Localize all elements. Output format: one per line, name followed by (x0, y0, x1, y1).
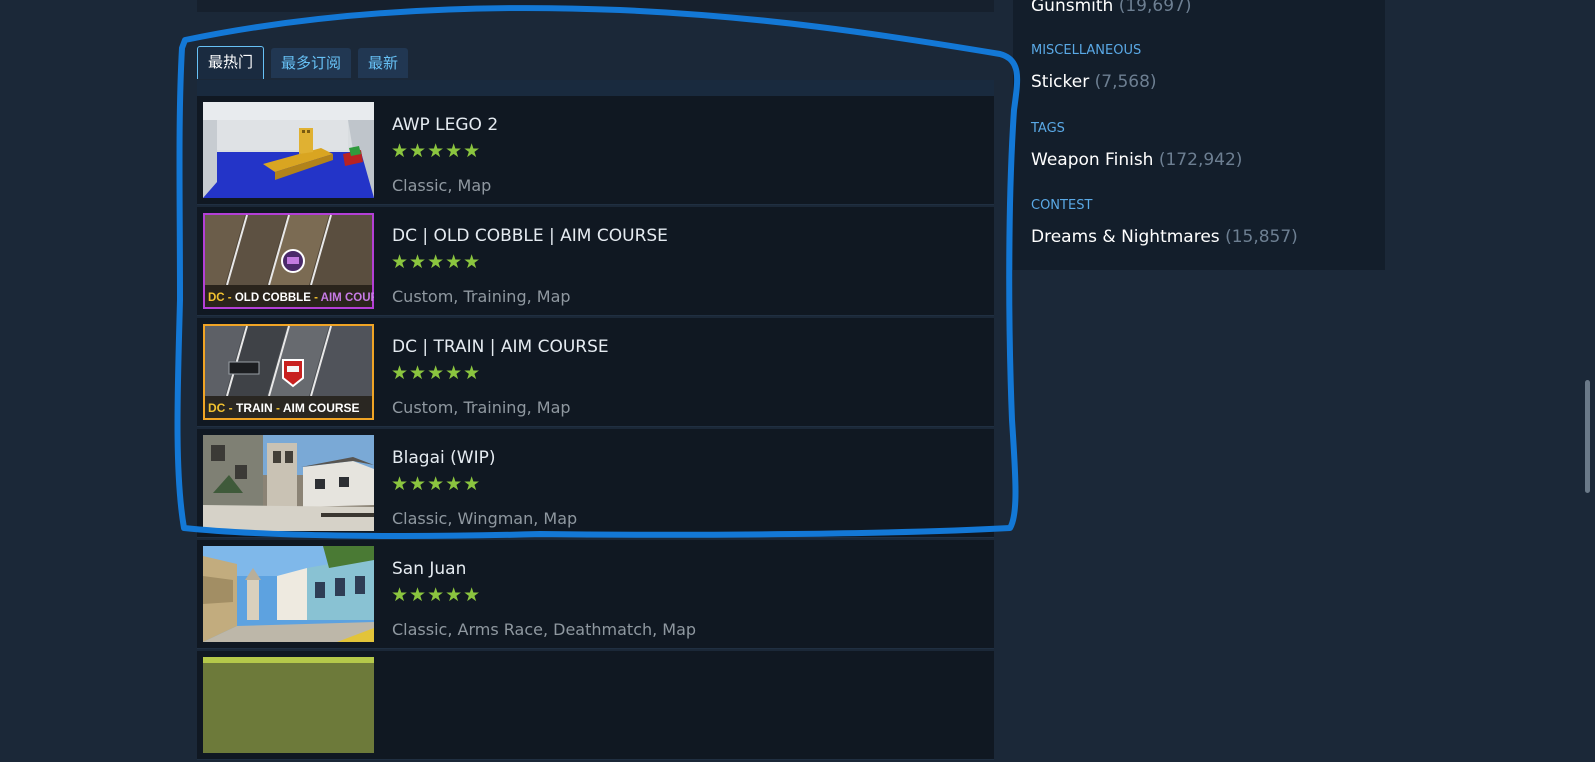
star-rating: ★★★★★ (391, 140, 482, 162)
tab-most-subscribed[interactable]: 最多订阅 (271, 48, 352, 78)
sidebar-item-weapon-finish[interactable]: Weapon Finish (172,942) (1031, 150, 1242, 170)
item-title[interactable]: AWP LEGO 2 (392, 115, 498, 135)
item-thumbnail[interactable] (203, 102, 374, 198)
sidebar-heading-contest: CONTEST (1031, 198, 1093, 213)
star-rating: ★★★★★ (391, 251, 482, 273)
sidebar-item-sticker[interactable]: Sticker (7,568) (1031, 72, 1157, 92)
workshop-item[interactable]: DC - TRAIN - AIM COURSE DC | TRAIN | AIM… (197, 318, 994, 427)
item-thumbnail[interactable]: DC - TRAIN - AIM COURSE (203, 324, 374, 420)
sidebar-item-label: Sticker (1031, 72, 1090, 92)
workshop-item[interactable] (197, 651, 994, 760)
item-title[interactable]: Blagai (WIP) (392, 448, 495, 468)
tab-most-popular[interactable]: 最热门 (197, 46, 265, 79)
item-thumbnail[interactable] (203, 657, 374, 753)
workshop-item[interactable]: AWP LEGO 2 ★★★★★ Classic, Map (197, 96, 994, 205)
item-tags: Classic, Map (392, 176, 492, 195)
workshop-item-list: AWP LEGO 2 ★★★★★ Classic, Map DC - OLD C… (197, 96, 994, 762)
sidebar-item-count: (19,697) (1118, 0, 1192, 16)
workshop-item[interactable]: Blagai (WIP) ★★★★★ Classic, Wingman, Map (197, 429, 994, 538)
item-title[interactable]: DC | OLD COBBLE | AIM COURSE (392, 226, 668, 246)
item-title[interactable]: DC | TRAIN | AIM COURSE (392, 337, 609, 357)
sidebar-item-count: (7,568) (1094, 72, 1157, 92)
category-sidebar: Gunsmith (19,697) MISCELLANEOUS Sticker … (1013, 0, 1385, 270)
item-tags: Classic, Arms Race, Deathmatch, Map (392, 620, 697, 639)
item-tags: Custom, Training, Map (392, 287, 571, 306)
tab-strip (197, 80, 994, 96)
sidebar-item-gunsmith[interactable]: Gunsmith (19,697) (1031, 0, 1191, 16)
sidebar-item-count: (15,857) (1225, 227, 1298, 247)
previous-panel-edge (197, 0, 994, 12)
item-title[interactable]: San Juan (392, 559, 466, 579)
item-thumbnail[interactable]: DC - OLD COBBLE - AIM COURSE (203, 213, 374, 309)
sidebar-heading-tags: TAGS (1031, 121, 1065, 136)
item-thumbnail[interactable] (203, 546, 374, 642)
sidebar-item-dreams-nightmares[interactable]: Dreams & Nightmares (15,857) (1031, 227, 1298, 247)
star-rating: ★★★★★ (391, 473, 482, 495)
tab-newest[interactable]: 最新 (358, 48, 409, 78)
star-rating: ★★★★★ (391, 584, 482, 606)
sidebar-heading-miscellaneous: MISCELLANEOUS (1031, 43, 1142, 58)
sidebar-item-count: (172,942) (1158, 150, 1243, 170)
workshop-item[interactable]: San Juan ★★★★★ Classic, Arms Race, Death… (197, 540, 994, 649)
thumb-caption: DC - OLD COBBLE - AIM COURSE (208, 292, 374, 304)
sidebar-item-label: Gunsmith (1031, 0, 1114, 16)
item-tags: Custom, Training, Map (392, 398, 571, 417)
sidebar-item-label: Dreams & Nightmares (1031, 227, 1220, 247)
workshop-item[interactable]: DC - OLD COBBLE - AIM COURSE DC | OLD CO… (197, 207, 994, 316)
item-tags: Classic, Wingman, Map (392, 509, 578, 528)
star-rating: ★★★★★ (391, 362, 482, 384)
scrollbar-thumb[interactable] (1585, 380, 1590, 493)
sort-tabs: 最热门 最多订阅 最新 (197, 46, 409, 79)
thumb-caption: DC - TRAIN - AIM COURSE (208, 401, 360, 415)
item-thumbnail[interactable] (203, 435, 374, 531)
sidebar-item-label: Weapon Finish (1031, 150, 1154, 170)
